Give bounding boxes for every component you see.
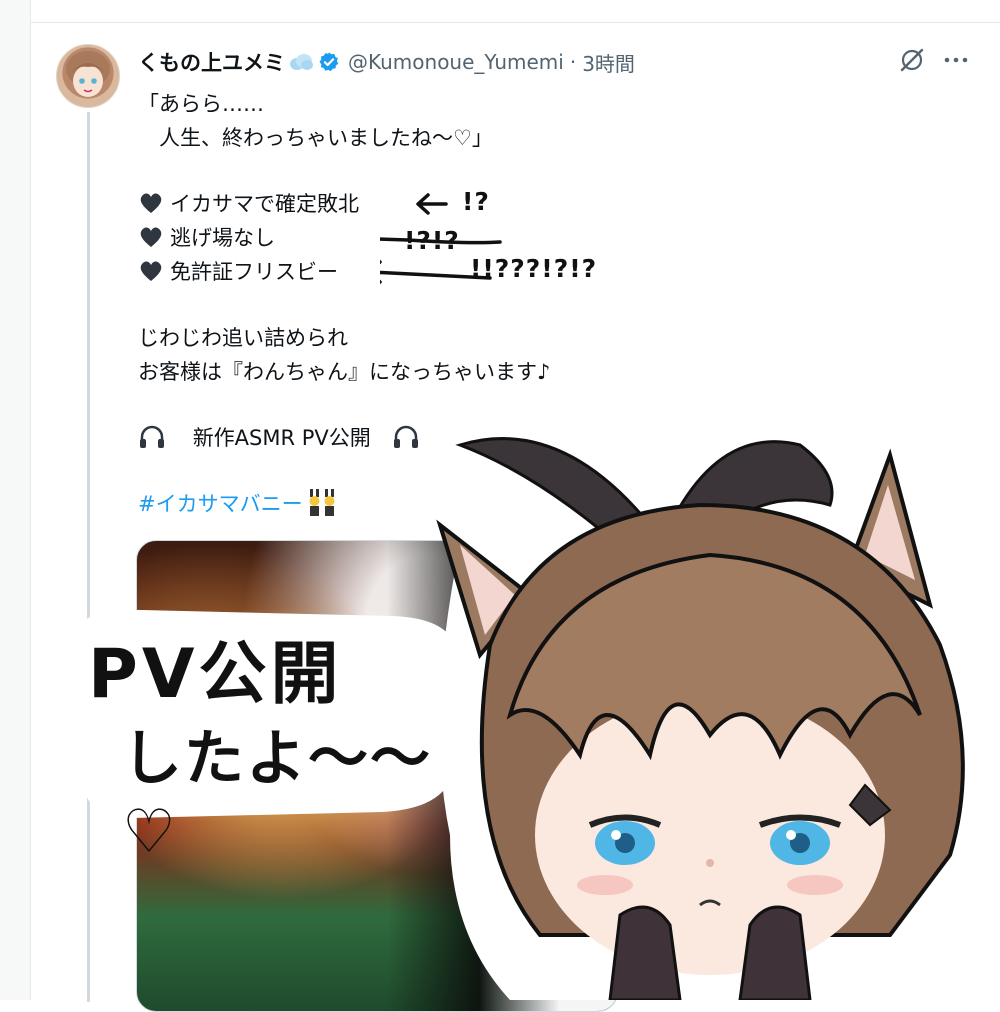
hashtag-link[interactable]: #イカサマバニー <box>138 492 303 516</box>
bullet-text: 逃げ場なし <box>170 226 275 250</box>
announcement-line: 新作ASMR PV公開 <box>138 422 420 452</box>
cloud-icon <box>288 52 314 72</box>
tweet-line: じわじわ追い詰められ <box>138 326 348 350</box>
black-heart-icon <box>138 191 164 215</box>
headphones-icon <box>392 424 420 450</box>
handwritten-overlay: PV公開 したよ〜〜♡ <box>62 598 482 867</box>
annotation-mark: !?!? <box>404 226 460 255</box>
tweet-line: 「あらら…… <box>138 92 264 116</box>
black-heart-icon <box>138 225 164 249</box>
bullet-text: イカサマで確定敗北 <box>170 192 359 216</box>
bullet-item: 免許証フリスビー <box>138 256 338 286</box>
tweet-line: 人生、終わっちゃいましたね〜♡」 <box>138 126 493 150</box>
tweet-line: お客様は『わんちゃん』になっちゃいます♪ <box>138 360 551 384</box>
announcement-text: 新作ASMR PV公開 <box>192 426 371 450</box>
display-name[interactable]: くもの上ユメミ <box>138 47 285 77</box>
grok-icon[interactable] <box>898 46 926 74</box>
handle[interactable]: @Kumonoue_Yumemi <box>348 50 564 74</box>
black-heart-icon <box>138 259 164 283</box>
bullet-text: 免許証フリスビー <box>170 260 338 284</box>
headphones-icon <box>138 424 166 450</box>
more-icon[interactable] <box>938 48 974 72</box>
overlay-text: PV公開 <box>88 635 343 714</box>
annotation-mark: !? <box>462 187 490 216</box>
bullet-item: イカサマで確定敗北 <box>138 188 359 218</box>
separator: · <box>569 50 577 74</box>
annotation-mark: !!???!?!? <box>470 254 598 283</box>
bullet-item: 逃げ場なし <box>138 222 275 252</box>
bunny-girls-emoji-icon <box>307 489 337 517</box>
avatar[interactable] <box>56 44 120 108</box>
hashtag-line: #イカサマバニー <box>138 488 337 518</box>
timestamp[interactable]: 3時間 <box>582 48 635 77</box>
verified-badge-icon[interactable] <box>318 51 340 73</box>
tweet-header: くもの上ユメミ @Kumonoue_Yumemi · 3時間 <box>138 47 635 77</box>
thread-line <box>87 112 90 1002</box>
character-illustration <box>420 415 1000 1002</box>
